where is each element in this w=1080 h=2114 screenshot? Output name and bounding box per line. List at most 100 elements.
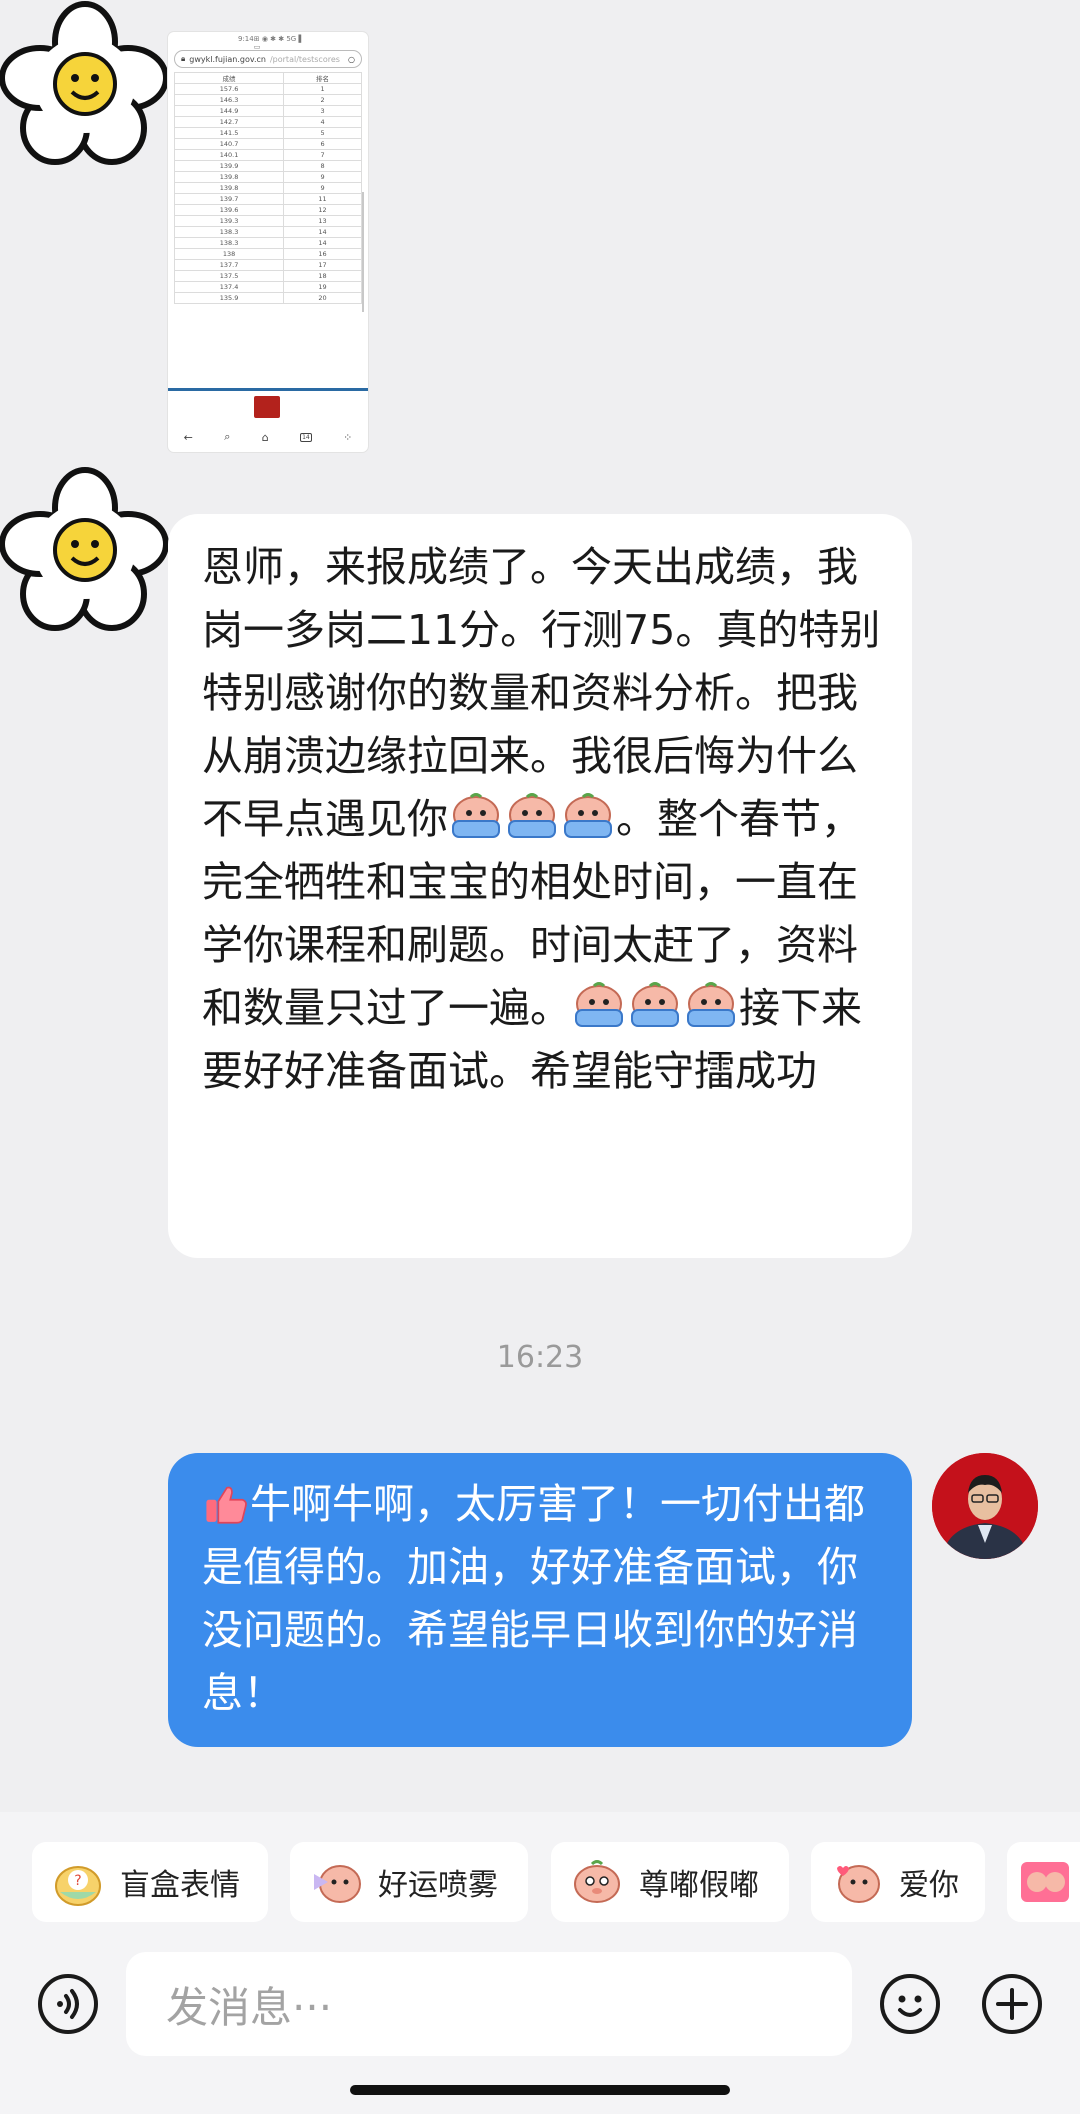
sticker-chip-love-you[interactable]: 爱你 xyxy=(811,1842,985,1922)
score-cell: 138 xyxy=(173,248,285,260)
score-cell: 138.3 xyxy=(173,237,285,249)
thumb-url-bar: 🔒︎ gwykl.fujian.gov.cn/portal/testscores… xyxy=(174,50,362,68)
outgoing-message-bubble[interactable]: 牛啊牛啊，太厉害了！一切付出都是值得的。加油，好好准备面试，你没问题的。希望能早… xyxy=(168,1453,912,1747)
crying-emoji-group xyxy=(448,793,616,843)
table-row: 142.7 4 xyxy=(173,116,362,128)
table-row: 137.5 18 xyxy=(173,270,362,282)
table-row: 141.5 5 xyxy=(173,127,362,139)
my-avatar[interactable] xyxy=(932,1453,1038,1559)
message-input[interactable]: 发消息··· xyxy=(126,1952,852,2056)
tabs-icon: 14 xyxy=(300,432,312,442)
table-row: 137.4 19 xyxy=(173,281,362,293)
back-icon: ← xyxy=(183,430,193,444)
score-cell: 146.3 xyxy=(173,94,285,106)
score-cell: 141.5 xyxy=(173,127,285,139)
rank-cell: 20 xyxy=(283,292,362,304)
thumb-status-icons: ⊞ ◉ ✱ ✱ 5G ▌ ▭ xyxy=(253,35,304,51)
score-cell: 139.8 xyxy=(173,171,285,183)
svg-text:?: ? xyxy=(74,1873,81,1889)
home-indicator[interactable] xyxy=(350,2085,730,2095)
flower-avatar-icon[interactable] xyxy=(0,466,170,636)
chat-screen: 9:14 ⊞ ◉ ✱ ✱ 5G ▌ ▭ 🔒︎ gwykl.fujian.gov.… xyxy=(0,0,1080,2114)
rank-cell: 3 xyxy=(283,105,362,117)
score-cell: 137.7 xyxy=(173,259,285,271)
home-icon: ⌂ xyxy=(261,430,269,444)
rank-cell: 5 xyxy=(283,127,362,139)
thumb-url-host: gwykl.fujian.gov.cn xyxy=(189,54,266,64)
rank-cell: 14 xyxy=(283,237,362,249)
score-cell: 138.3 xyxy=(173,226,285,238)
incoming-message-bubble[interactable]: 恩师，来报成绩了。今天出成绩，我岗一多岗二11分。行测75。真的特别特别感谢你的… xyxy=(168,514,912,1258)
table-row: 139.3 13 xyxy=(173,215,362,227)
sticker-chip-more[interactable] xyxy=(1007,1842,1080,1922)
score-cell: 135.9 xyxy=(173,292,285,304)
rank-cell: 12 xyxy=(283,204,362,216)
sticker-chip-blind-box[interactable]: ? 盲盒表情 xyxy=(32,1842,268,1922)
couple-sticker-icon xyxy=(1021,1862,1069,1902)
rank-cell: 7 xyxy=(283,149,362,161)
score-cell: 137.4 xyxy=(173,281,285,293)
table-row: 135.9 20 xyxy=(173,292,362,304)
thumb-url-path: /portal/testscores xyxy=(269,54,340,64)
lucky-spray-sticker-icon xyxy=(314,1865,361,1903)
score-table: 成绩 排名 157.6 1 146.3 2 144.9 3 142.7 4 141.5 5 140.… xyxy=(173,72,362,304)
score-cell: 142.7 xyxy=(173,116,285,128)
rank-cell: 1 xyxy=(283,83,362,95)
sticker-chip-really[interactable]: 尊嘟假嘟 xyxy=(551,1842,789,1922)
flower-avatar-icon[interactable] xyxy=(0,0,170,170)
sticker-chip-label: 爱你 xyxy=(899,1868,959,1903)
crying-emoji-icon xyxy=(452,793,500,838)
sticker-chip-label: 尊嘟假嘟 xyxy=(639,1868,759,1903)
thumb-browser-nav: ← ⌕ ⌂ 14 ⁘ xyxy=(168,422,368,452)
message-text: 牛啊牛啊，太厉害了！一切付出都是值得的。加油，好好准备面试，你没问题的。希望能早… xyxy=(202,1480,865,1717)
score-cell: 140.7 xyxy=(173,138,285,150)
blind-box-sticker-icon: ? xyxy=(55,1866,101,1906)
rank-cell: 19 xyxy=(283,281,362,293)
thumb-time: 9:14 xyxy=(238,35,254,43)
rank-cell: 6 xyxy=(283,138,362,150)
rank-cell: 17 xyxy=(283,259,362,271)
score-cell: 139.7 xyxy=(173,193,285,205)
thumb-status-bar: 9:14 ⊞ ◉ ✱ ✱ 5G ▌ ▭ xyxy=(168,32,368,51)
table-row: 140.1 7 xyxy=(173,149,362,161)
add-icon[interactable] xyxy=(980,1972,1044,2036)
table-row: 157.6 1 xyxy=(173,83,362,95)
crying-emoji-group xyxy=(571,982,739,1032)
rank-cell: 11 xyxy=(283,193,362,205)
sticker-chip-lucky-spray[interactable]: 好运喷雾 xyxy=(290,1842,528,1922)
rank-cell: 14 xyxy=(283,226,362,238)
message-timestamp: 16:23 xyxy=(496,1340,584,1375)
emoji-picker-icon[interactable] xyxy=(878,1972,942,2036)
score-cell: 139.8 xyxy=(173,182,285,194)
table-header-rank: 排名 xyxy=(283,72,362,84)
table-row: 138.3 14 xyxy=(173,226,362,238)
sticker-suggestion-bar: ? 盲盒表情 好运喷雾 尊嘟假嘟 爱你 xyxy=(0,1812,1080,1952)
table-row: 144.9 3 xyxy=(173,105,362,117)
thumb-footer-line xyxy=(168,388,368,391)
thumbs-up-icon xyxy=(206,1486,247,1524)
sticker-chip-label: 好运喷雾 xyxy=(378,1868,498,1903)
crying-emoji-icon xyxy=(631,982,679,1027)
table-row: 139.7 11 xyxy=(173,193,362,205)
crying-emoji-icon xyxy=(687,982,735,1027)
table-row: 139.6 12 xyxy=(173,204,362,216)
score-cell: 140.1 xyxy=(173,149,285,161)
voice-input-icon[interactable] xyxy=(36,1972,100,2036)
crying-emoji-icon xyxy=(564,793,612,838)
love-sticker-icon xyxy=(837,1865,880,1903)
rank-cell: 4 xyxy=(283,116,362,128)
rank-cell: 9 xyxy=(283,171,362,183)
table-row: 146.3 2 xyxy=(173,94,362,106)
table-row: 138.3 14 xyxy=(173,237,362,249)
menu-icon: ⁘ xyxy=(343,430,353,444)
emblem-icon xyxy=(254,396,280,418)
table-row: 137.7 17 xyxy=(173,259,362,271)
search-icon: ⌕ xyxy=(224,430,231,443)
screenshot-thumbnail[interactable]: 9:14 ⊞ ◉ ✱ ✱ 5G ▌ ▭ 🔒︎ gwykl.fujian.gov.… xyxy=(168,32,368,452)
crying-emoji-icon xyxy=(575,982,623,1027)
table-row: 139.9 8 xyxy=(173,160,362,172)
score-cell: 157.6 xyxy=(173,83,285,95)
score-cell: 137.5 xyxy=(173,270,285,282)
refresh-icon: ○ xyxy=(348,54,355,64)
table-header-score: 成绩 xyxy=(173,72,285,84)
